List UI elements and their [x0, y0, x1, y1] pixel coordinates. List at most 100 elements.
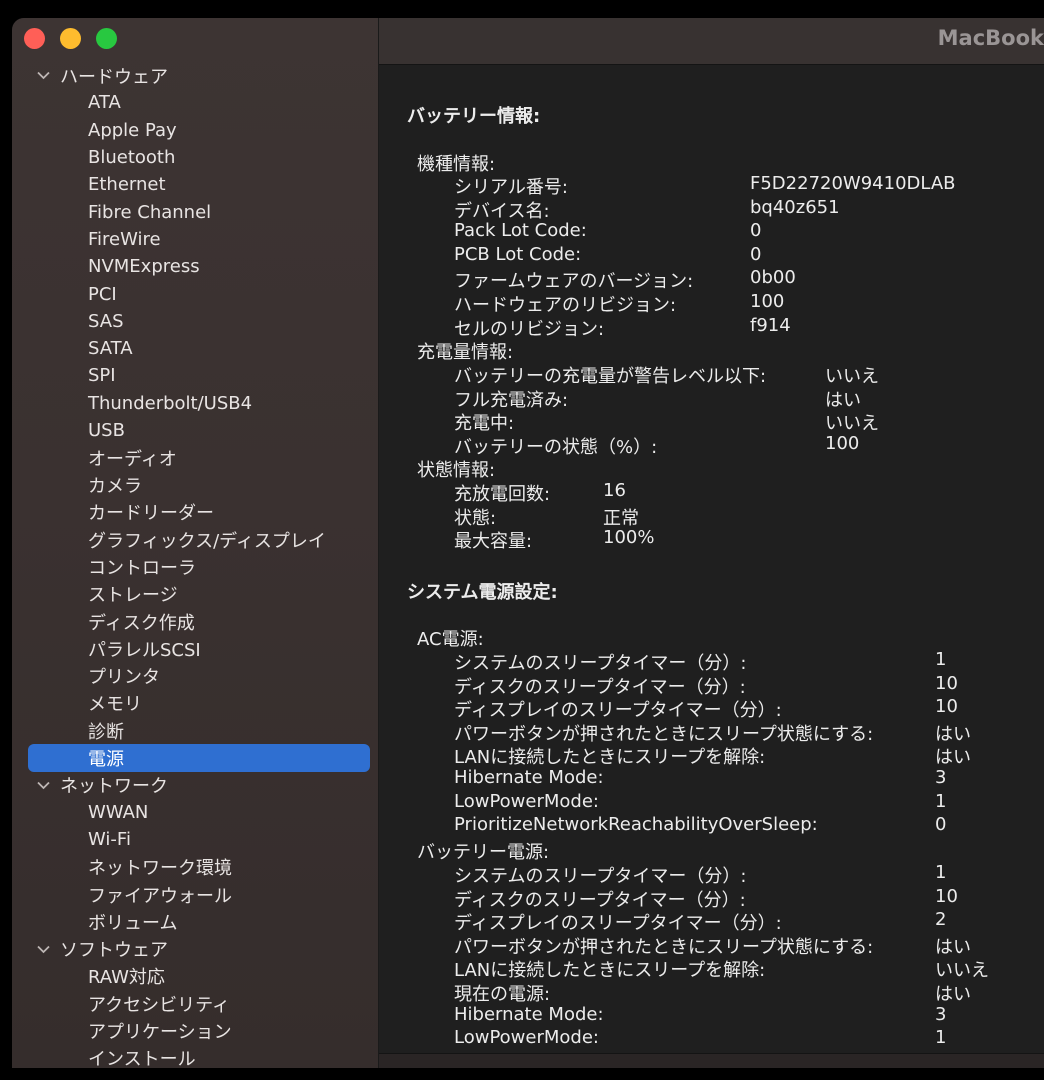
chevron-down-icon[interactable] — [34, 945, 52, 954]
field-label: シリアル番号: — [454, 177, 568, 198]
sidebar-group[interactable]: ソフトウェア — [12, 936, 378, 963]
sidebar-item[interactable]: カードリーダー — [28, 499, 370, 526]
sidebar-item[interactable]: Fibre Channel — [28, 198, 370, 225]
field-label: システムのスリープタイマー（分）: — [454, 653, 747, 674]
chevron-down-icon[interactable] — [34, 71, 52, 80]
field-label: 現在の電源: — [454, 984, 551, 1005]
sidebar-item[interactable]: Apple Pay — [28, 117, 370, 144]
sidebar-group[interactable]: ネットワーク — [12, 772, 378, 799]
field-value: 10 — [935, 885, 958, 907]
minimize-button[interactable] — [60, 28, 81, 49]
field-value: 0b00 — [750, 267, 796, 289]
sidebar-group-label: ネットワーク — [60, 776, 168, 798]
subsection-battery-power: バッテリー電源: — [417, 842, 550, 863]
sidebar-item[interactable]: USB — [28, 417, 370, 444]
field-label: ディスクのスリープタイマー（分）: — [454, 676, 746, 698]
sidebar-item[interactable]: RAW対応 — [28, 963, 370, 990]
field-value: はい — [935, 984, 971, 1005]
sidebar-item[interactable]: ATA — [28, 89, 370, 116]
field-value: 正常 — [603, 507, 639, 529]
sidebar-item[interactable]: PCI — [28, 280, 370, 307]
sidebar-item[interactable]: ファイアウォール — [28, 881, 370, 908]
chevron-down-icon[interactable] — [34, 781, 52, 790]
sidebar-item[interactable]: ネットワーク環境 — [28, 854, 370, 881]
sidebar-item[interactable]: Wi-Fi — [28, 826, 370, 853]
detail-pane: MacBook バッテリー情報: 機種情報: シリアル番号: F5D22720W941… — [379, 18, 1044, 1068]
field-label: PrioritizeNetworkReachabilityOverSleep: — [454, 814, 818, 836]
field-value: 16 — [603, 480, 626, 501]
sidebar-item[interactable]: アプリケーション — [28, 1017, 370, 1044]
sidebar-item[interactable]: Thunderbolt/USB4 — [28, 390, 370, 417]
field-value: いいえ — [935, 960, 989, 982]
subsection-charge: 充電量情報: — [417, 342, 514, 363]
field-label: 充放電回数: — [454, 484, 551, 505]
sidebar-item[interactable]: SPI — [28, 362, 370, 389]
field-label: バッテリーの充電量が警告レベル以下: — [454, 366, 767, 387]
field-value: 1 — [935, 862, 947, 883]
titlebar: MacBook — [379, 18, 1044, 65]
sidebar-item[interactable]: アクセシビリティ — [28, 990, 370, 1017]
sidebar-item[interactable]: Ethernet — [28, 171, 370, 198]
sidebar-item[interactable]: メモリ — [28, 690, 370, 717]
field-value: 10 — [935, 696, 958, 718]
sidebar-item[interactable]: SAS — [28, 308, 370, 335]
field-label: システムのスリープタイマー（分）: — [454, 866, 747, 887]
field-value: 0 — [935, 814, 947, 836]
sidebar-item[interactable]: ディスク作成 — [28, 608, 370, 635]
field-label: デバイス名: — [454, 200, 550, 222]
sidebar-item[interactable]: パラレルSCSI — [28, 635, 370, 662]
detail-content: バッテリー情報: 機種情報: シリアル番号: F5D22720W9410DLAB デバイ… — [379, 65, 1044, 1068]
sidebar-item[interactable]: NVMExpress — [28, 253, 370, 280]
field-value: 100 — [825, 432, 860, 454]
zoom-button[interactable] — [96, 28, 117, 49]
sidebar-item[interactable]: WWAN — [28, 799, 370, 826]
field-label: フル充電済み: — [454, 389, 569, 411]
field-value: はい — [935, 936, 971, 958]
field-label: ハードウェアのリビジョン: — [454, 295, 677, 316]
field-label: Hibernate Mode: — [454, 1003, 604, 1025]
sidebar-group[interactable]: ハードウェア — [12, 62, 378, 89]
sidebar-item[interactable]: インストール — [28, 1045, 370, 1068]
subsection-ac: AC電源: — [417, 629, 484, 650]
sidebar-item[interactable]: SATA — [28, 335, 370, 362]
window-title: MacBook — [937, 26, 1044, 50]
field-label: LowPowerMode: — [454, 790, 599, 812]
field-label: 最大容量: — [454, 531, 533, 553]
sidebar-item[interactable]: プリンタ — [28, 663, 370, 690]
sidebar-item[interactable]: オーディオ — [28, 444, 370, 471]
field-label: バッテリーの状態（%）: — [454, 436, 658, 458]
field-label: 状態: — [454, 507, 497, 529]
field-label: ディスプレイのスリープタイマー（分）: — [454, 913, 782, 935]
sidebar-item[interactable]: コントローラ — [28, 553, 370, 580]
field-label: パワーボタンが押されたときにスリープ状態にする: — [454, 723, 874, 745]
sidebar-group-label: ソフトウェア — [60, 940, 168, 962]
field-value: 0 — [750, 220, 762, 242]
section-heading-power: システム電源設定: — [407, 582, 558, 603]
field-label: 充電中: — [454, 413, 515, 435]
field-label: Hibernate Mode: — [454, 767, 604, 788]
field-value: はい — [935, 723, 971, 745]
sidebar-item[interactable]: 電源 — [28, 744, 370, 772]
field-label: ファームウェアのバージョン: — [454, 271, 694, 293]
close-button[interactable] — [24, 28, 45, 49]
field-label: LANに接続したときにスリープを解除: — [454, 960, 766, 982]
field-value: 100% — [603, 527, 655, 549]
field-value: 2 — [935, 909, 947, 931]
field-label: ディスクのスリープタイマー（分）: — [454, 889, 746, 911]
section-heading-battery: バッテリー情報: — [407, 106, 541, 127]
sidebar-item[interactable]: Bluetooth — [28, 144, 370, 171]
field-value: 100 — [750, 291, 785, 312]
field-label: LANに接続したときにスリープを解除: — [454, 747, 766, 769]
field-value: f914 — [750, 314, 791, 336]
sidebar-item[interactable]: 診断 — [28, 717, 370, 744]
field-value: いいえ — [825, 366, 879, 387]
field-value: はい — [935, 747, 971, 769]
sidebar: ハードウェア ATA Apple Pay Bluetooth Ethernet Fibre… — [12, 18, 379, 1068]
sidebar-item[interactable]: FireWire — [28, 226, 370, 253]
sidebar-item[interactable]: ボリューム — [28, 908, 370, 935]
sidebar-group-label: ハードウェア — [60, 66, 168, 88]
sidebar-item[interactable]: グラフィックス/ディスプレイ — [28, 526, 370, 553]
sidebar-item[interactable]: カメラ — [28, 471, 370, 498]
field-value: 1 — [935, 649, 947, 670]
sidebar-item[interactable]: ストレージ — [28, 581, 370, 608]
